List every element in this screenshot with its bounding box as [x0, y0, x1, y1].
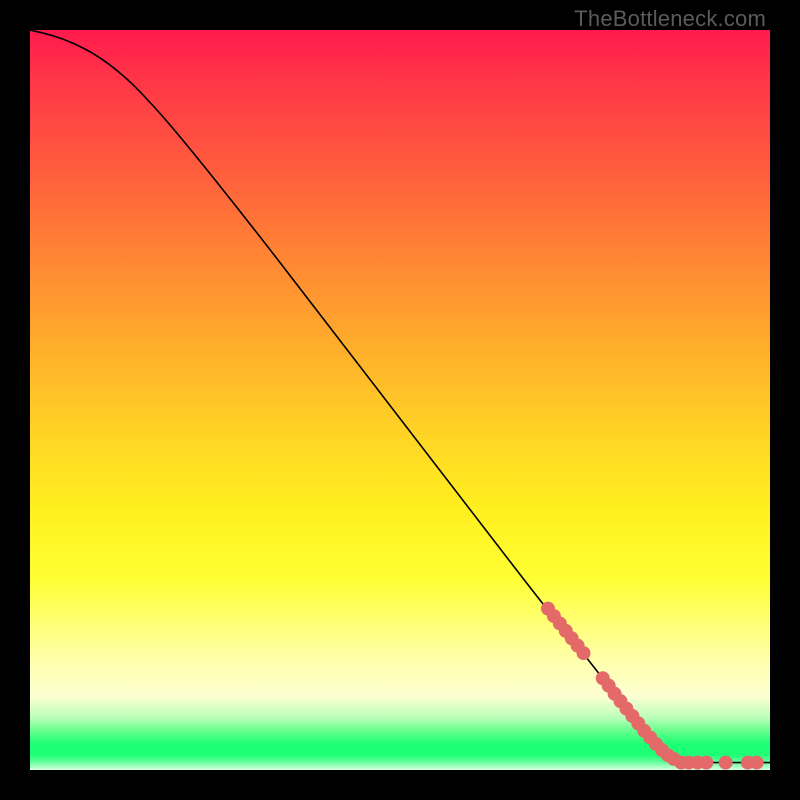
curve-line: [30, 30, 770, 763]
chart-svg: [30, 30, 770, 770]
curve-marker: [719, 756, 733, 770]
chart-area: [30, 30, 770, 770]
curve-marker: [750, 756, 764, 770]
watermark-text: TheBottleneck.com: [574, 6, 766, 32]
curve-marker: [699, 756, 713, 770]
curve-marker: [577, 646, 591, 660]
markers-group: [541, 602, 764, 770]
